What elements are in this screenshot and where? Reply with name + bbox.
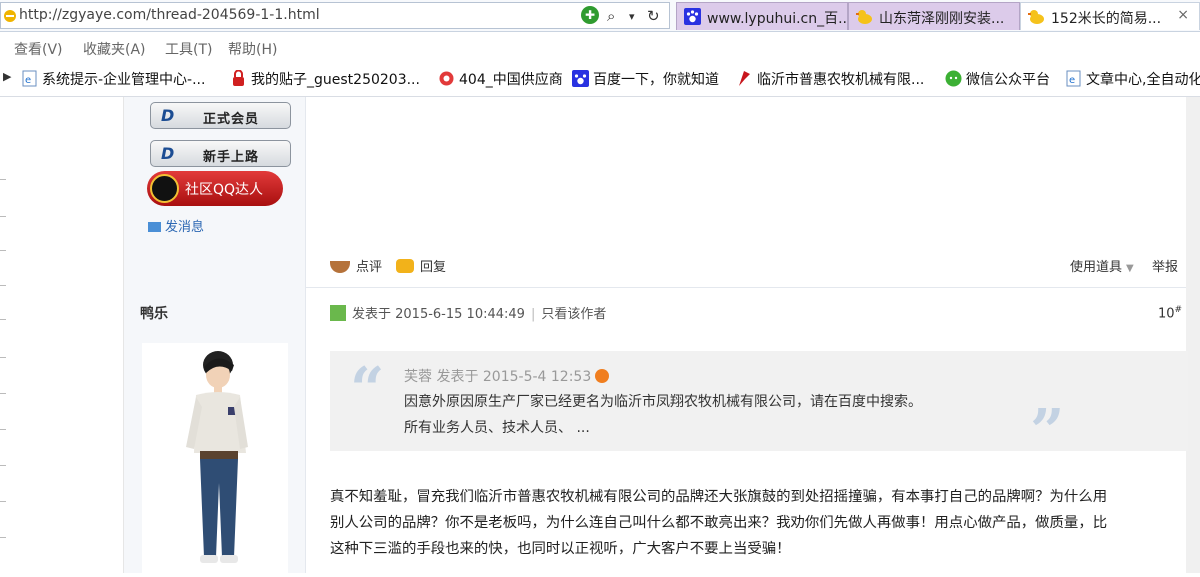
fav-item[interactable]: 我的贴子_guest250203... xyxy=(230,69,420,89)
close-quote-icon: ” xyxy=(1030,397,1065,467)
baidu-paw-icon xyxy=(684,8,701,25)
browser-toolbar: http://zgyaye.com/thread-204569-1-1.html… xyxy=(0,0,1200,32)
goto-arrow-icon[interactable] xyxy=(595,369,610,383)
ie-page-icon: e xyxy=(22,70,37,87)
ie-page-icon: e xyxy=(1066,70,1081,87)
quote-block: “ ” 芙蓉 发表于 2015-5-4 12:53 因意外原因原生产厂家已经更名… xyxy=(330,351,1188,467)
duck-icon xyxy=(856,10,872,24)
tab-label: 152米长的简易... xyxy=(1051,11,1162,27)
avatar[interactable] xyxy=(142,343,288,575)
d-logo-icon: D xyxy=(161,144,175,163)
fav-item[interactable]: e 系统提示-企业管理中心-... xyxy=(21,69,205,89)
menu-tools[interactable]: 工具(T) xyxy=(165,39,212,59)
address-bar[interactable]: http://zgyaye.com/thread-204569-1-1.html… xyxy=(0,2,670,29)
chevron-right-icon[interactable]: ▶ xyxy=(3,70,11,83)
fav-item[interactable]: 临沂市普惠农牧机械有限... xyxy=(736,69,924,89)
post-meta: 发表于 2015-6-15 10:44:49 | 只看该作者 xyxy=(330,303,606,322)
red-lock-icon xyxy=(233,70,244,86)
badge-qq: 社区QQ达人 xyxy=(147,171,283,206)
badge-member: D 正式会员 xyxy=(150,102,291,129)
scrollbar[interactable] xyxy=(1186,97,1200,573)
online-status-icon xyxy=(330,305,346,321)
fav-item[interactable]: 404_中国供应商 xyxy=(438,69,563,89)
chevron-down-icon: ▼ xyxy=(1126,263,1134,274)
tab-lypuhui[interactable]: www.lypuhui.cn_百... xyxy=(676,2,848,30)
menu-bar: 查看(V) 收藏夹(A) 工具(T) 帮助(H) xyxy=(0,33,1200,61)
search-icon[interactable]: ⌕ xyxy=(607,7,615,25)
tab-152m[interactable]: 152米长的简易... × xyxy=(1020,2,1200,30)
post-actions: 点评 回复 使用道具 ▼ 举报 xyxy=(306,244,1186,288)
badge-newbie: D 新手上路 xyxy=(150,140,291,167)
tab-shandong[interactable]: 山东菏泽刚刚安装... xyxy=(848,2,1020,30)
left-gutter xyxy=(0,97,124,573)
post-body-line: 别人公司的品牌？你不是老板吗，为什么连自己叫什么都不敢亮出来？我劝你们先做人再做… xyxy=(330,515,1108,531)
compat-view-icon[interactable]: ✚ xyxy=(581,6,599,24)
use-tools-button[interactable]: 使用道具 ▼ xyxy=(1070,256,1134,275)
post-body-line: 真不知羞耻，冒充我们临沂市普惠农牧机械有限公司的品牌还大张旗鼓的到处招摇撞骗，有… xyxy=(330,489,1108,505)
fav-item[interactable]: 微信公众平台 xyxy=(945,69,1050,89)
reply-bubble-icon xyxy=(396,259,414,273)
comment-bowl-icon xyxy=(330,261,350,273)
quote-line: 因意外原因原生产厂家已经更名为临沂市凤翔农牧机械有限公司，请在百度中搜索。 xyxy=(404,394,922,410)
tab-label: 山东菏泽刚刚安装... xyxy=(879,11,1005,27)
baidu-paw-icon xyxy=(572,70,589,87)
qq-penguin-icon xyxy=(150,174,179,203)
url-text[interactable]: http://zgyaye.com/thread-204569-1-1.html xyxy=(19,7,320,23)
wechat-icon xyxy=(945,70,962,87)
refresh-icon[interactable]: ↻ xyxy=(647,7,660,25)
close-tab-icon[interactable]: × xyxy=(1177,7,1189,23)
post-time: 发表于 2015-6-15 10:44:49 xyxy=(352,307,525,322)
comment-button[interactable]: 点评 xyxy=(330,256,382,275)
menu-help[interactable]: 帮助(H) xyxy=(228,39,277,59)
quote-line: 所有业务人员、技术人员、 ... xyxy=(404,420,590,436)
floor-number[interactable]: 10# xyxy=(1158,305,1182,321)
quote-header: 芙蓉 发表于 2015-5-4 12:53 xyxy=(404,366,610,386)
open-quote-icon: “ xyxy=(350,355,385,425)
only-author-link[interactable]: 只看该作者 xyxy=(541,307,606,322)
menu-view[interactable]: 查看(V) xyxy=(14,39,63,59)
author-name[interactable]: 鸭乐 xyxy=(140,303,168,323)
fav-item[interactable]: e 文章中心,全自动化 xyxy=(1065,69,1200,89)
reply-button[interactable]: 回复 xyxy=(396,256,446,275)
envelope-icon xyxy=(148,222,161,232)
send-message-link[interactable]: 发消息 xyxy=(148,216,204,235)
report-button[interactable]: 举报 xyxy=(1152,256,1178,275)
tab-label: www.lypuhui.cn_百... xyxy=(707,11,848,27)
svg-text:e: e xyxy=(1069,75,1075,86)
avatar-figure xyxy=(186,351,248,563)
svg-text:e: e xyxy=(25,75,31,86)
d-logo-icon: D xyxy=(161,106,175,125)
favorites-bar: ▶ e 系统提示-企业管理中心-... 我的贴子_guest250203... 4… xyxy=(0,61,1200,97)
china-supplier-icon xyxy=(439,71,454,86)
ie-icon xyxy=(4,10,16,22)
red-flag-icon xyxy=(739,71,750,86)
post-body-line: 这种下三滥的手段也来的快，也同时以正视听，广大客户不要上当受骗！ xyxy=(330,541,791,557)
fav-item[interactable]: 百度一下，你就知道 xyxy=(572,69,719,89)
dropdown-icon[interactable]: ▾ xyxy=(629,10,635,23)
post-body: 真不知羞耻，冒充我们临沂市普惠农牧机械有限公司的品牌还大张旗鼓的到处招摇撞骗，有… xyxy=(330,484,1188,562)
duck-icon xyxy=(1028,10,1044,24)
menu-favorites[interactable]: 收藏夹(A) xyxy=(83,39,146,59)
